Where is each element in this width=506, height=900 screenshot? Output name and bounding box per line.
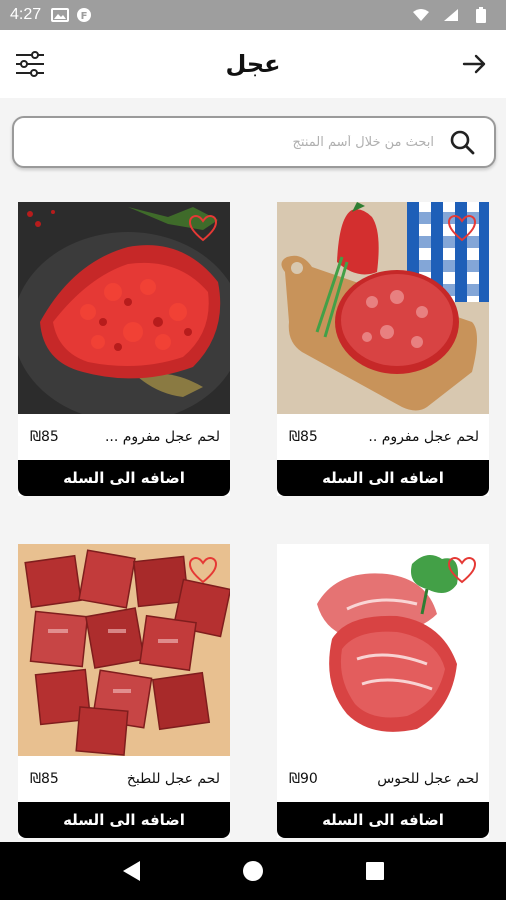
recents-square-icon[interactable]	[361, 857, 389, 885]
search-icon[interactable]	[448, 128, 476, 156]
gallery-icon	[51, 7, 70, 23]
favorite-heart-icon[interactable]	[447, 214, 477, 242]
battery-icon	[472, 7, 490, 23]
product-image	[277, 202, 489, 414]
add-to-cart-button[interactable]: اضافه الى السله	[18, 460, 230, 496]
product-card[interactable]: ₪90 لحم عجل للحوس اضافه الى السله	[277, 544, 489, 838]
system-nav-bar	[0, 842, 506, 900]
app-bar: عجل	[0, 30, 506, 98]
add-to-cart-button[interactable]: اضافه الى السله	[277, 460, 489, 496]
product-info: ₪90 لحم عجل للحوس	[277, 756, 489, 802]
search-input[interactable]	[14, 134, 448, 150]
back-arrow-icon[interactable]	[460, 50, 488, 78]
add-to-cart-button[interactable]: اضافه الى السله	[277, 802, 489, 838]
signal-icon	[442, 7, 460, 23]
filter-sliders-icon[interactable]	[14, 48, 46, 80]
product-card[interactable]: ₪85 لحم عجل للطبخ اضافه الى السله	[18, 544, 230, 838]
product-price: ₪85	[30, 771, 59, 787]
page-title: عجل	[225, 50, 281, 78]
status-bar: 4:27 F	[0, 0, 506, 30]
product-name: لحم عجل مفروم ...	[104, 429, 220, 445]
product-image	[18, 544, 230, 756]
product-image	[18, 202, 230, 414]
wifi-icon	[412, 7, 430, 23]
favorite-heart-icon[interactable]	[188, 214, 218, 242]
app-icon: F	[75, 7, 93, 23]
product-price: ₪90	[289, 771, 318, 787]
product-name: لحم عجل للطبخ	[126, 771, 220, 787]
status-time: 4:27	[10, 6, 42, 23]
product-info: ₪85 لحم عجل مفروم ..	[277, 414, 489, 460]
product-name: لحم عجل للحوس	[377, 771, 479, 787]
back-triangle-icon[interactable]	[117, 857, 145, 885]
product-image	[277, 544, 489, 756]
product-card[interactable]: ₪85 لحم عجل مفروم ... اضافه الى السله	[18, 202, 230, 496]
favorite-heart-icon[interactable]	[447, 556, 477, 584]
product-price: ₪85	[30, 429, 59, 445]
product-info: ₪85 لحم عجل مفروم ...	[18, 414, 230, 460]
favorite-heart-icon[interactable]	[188, 556, 218, 584]
add-to-cart-button[interactable]: اضافه الى السله	[18, 802, 230, 838]
product-name: لحم عجل مفروم ..	[368, 429, 479, 445]
product-card[interactable]: ₪85 لحم عجل مفروم .. اضافه الى السله	[277, 202, 489, 496]
svg-text:F: F	[81, 11, 88, 22]
product-price: ₪85	[289, 429, 318, 445]
product-info: ₪85 لحم عجل للطبخ	[18, 756, 230, 802]
home-circle-icon[interactable]	[239, 857, 267, 885]
search-bar	[12, 116, 496, 168]
